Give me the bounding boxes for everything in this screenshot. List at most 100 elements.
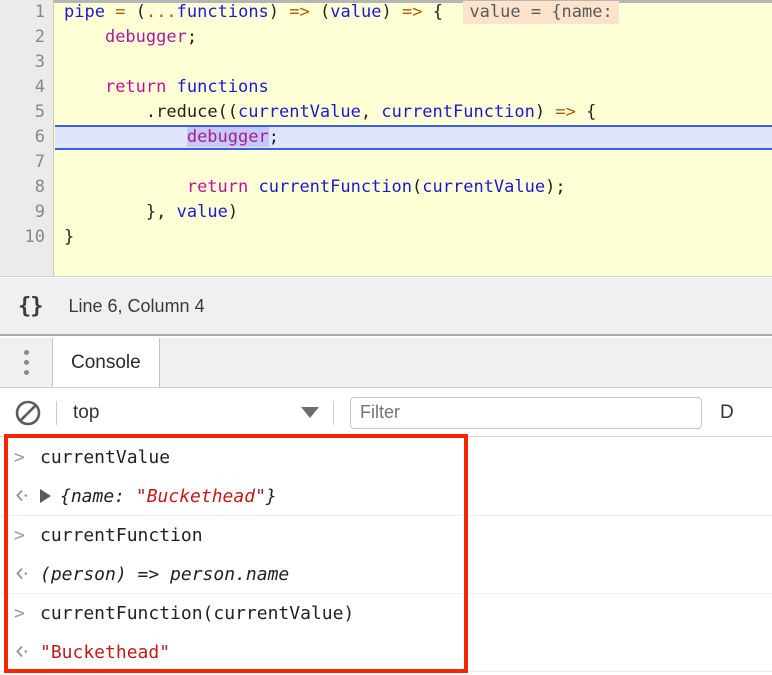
line-number[interactable]: 7: [0, 150, 53, 175]
code-line[interactable]: return currentFunction(currentValue);: [55, 175, 772, 200]
code-token: debugger: [186, 127, 269, 147]
code-token: (: [412, 177, 423, 197]
code-token: ): [268, 2, 280, 22]
code-token: value: [330, 2, 382, 22]
code-token: currentValue: [238, 102, 361, 122]
code-token: {: [586, 102, 597, 122]
console-output-row[interactable]: "Buckethead": [0, 633, 772, 672]
kebab-menu-icon[interactable]: [0, 338, 52, 387]
code-token: =>: [555, 102, 576, 122]
execution-context-label: top: [73, 401, 100, 423]
prompt-chevron-icon: >: [14, 525, 25, 546]
code-line[interactable]: }: [55, 225, 772, 250]
line-number[interactable]: 10: [0, 225, 53, 250]
code-token: return: [104, 77, 167, 97]
code-line[interactable]: debugger;: [55, 125, 772, 150]
code-token: ;: [555, 177, 566, 197]
curly-braces-icon[interactable]: {}: [18, 294, 43, 319]
code-line[interactable]: .reduce((currentValue, currentFunction) …: [55, 100, 772, 125]
kebab-dot: [23, 370, 29, 375]
inline-debug-value-hint: value = {name:: [463, 1, 619, 24]
code-line[interactable]: return functions: [55, 75, 772, 100]
code-token: value: [176, 202, 228, 222]
console-input-row[interactable]: > currentValue: [0, 438, 772, 477]
kebab-dot: [23, 350, 29, 355]
console-output-row[interactable]: (person) => person.name: [0, 555, 772, 594]
drawer-tab-bar: Console: [0, 338, 772, 388]
line-number-gutter[interactable]: 1 2 3 4 5 6 7 8 9 10: [0, 0, 54, 276]
code-token: }: [64, 227, 75, 247]
code-area[interactable]: pipe = (...functions) => (value) => { va…: [55, 0, 772, 276]
code-token: debugger: [104, 27, 187, 47]
code-token: ): [534, 102, 546, 122]
console-message-text: (person) => person.name: [40, 564, 289, 585]
result-chevron-icon: [14, 641, 40, 663]
line-number[interactable]: 1: [0, 0, 53, 25]
line-number[interactable]: 2: [0, 25, 53, 50]
code-token: currentFunction: [258, 177, 413, 197]
code-token: (: [135, 2, 146, 22]
line-number[interactable]: 5: [0, 100, 53, 125]
console-value-token: {name:: [60, 485, 136, 507]
code-token: }: [145, 202, 157, 222]
console-input-row[interactable]: > currentFunction(currentValue): [0, 594, 772, 633]
code-token: ((: [217, 102, 239, 122]
source-editor-pane: 1 2 3 4 5 6 7 8 9 10 pipe = (...functions) => (va…: [0, 0, 772, 277]
line-number[interactable]: 4: [0, 75, 53, 100]
editor-status-bar: {} Line 6, Column 4: [0, 278, 772, 336]
code-token: ;: [268, 127, 279, 147]
cursor-position-label: Line 6, Column 4: [68, 295, 205, 316]
clear-console-icon[interactable]: [0, 399, 56, 427]
result-chevron-icon: [14, 485, 40, 507]
code-token: currentValue: [422, 177, 546, 197]
code-token: currentFunction: [381, 102, 535, 122]
code-line[interactable]: pipe = (...functions) => (value) => { va…: [55, 0, 772, 25]
execution-context-dropdown[interactable]: top: [73, 402, 333, 424]
line-number[interactable]: 9: [0, 200, 53, 225]
toolbar-divider: [333, 400, 334, 425]
code-token: ;: [186, 27, 198, 47]
result-chevron-icon: [14, 563, 40, 585]
code-token: {: [432, 2, 443, 22]
line-number[interactable]: 6: [0, 125, 53, 150]
console-value-token: }: [265, 485, 277, 507]
console-message-list[interactable]: > currentValue {name: "Buckethead"} > curren…: [0, 438, 772, 675]
code-token: ,: [360, 102, 382, 122]
code-line[interactable]: }, value): [55, 200, 772, 225]
expand-triangle-icon[interactable]: [40, 488, 51, 503]
line-number[interactable]: 3: [0, 50, 53, 75]
line-number[interactable]: 8: [0, 175, 53, 200]
console-value-token: "Buckethead": [135, 485, 266, 507]
log-levels-dropdown[interactable]: D: [720, 402, 734, 424]
console-message-text: currentValue: [40, 447, 171, 468]
code-token: ...: [145, 2, 177, 22]
code-line[interactable]: [55, 150, 772, 175]
filter-input[interactable]: [350, 396, 702, 429]
code-token: =: [115, 2, 126, 22]
code-token: functions: [176, 77, 269, 97]
console-message-text: currentFunction: [40, 525, 203, 546]
code-line[interactable]: [55, 50, 772, 75]
devtools-window: 1 2 3 4 5 6 7 8 9 10 pipe = (...functions) => (va…: [0, 0, 772, 675]
code-token: functions: [176, 2, 269, 22]
code-line[interactable]: debugger;: [55, 25, 772, 50]
console-input-row[interactable]: > currentFunction: [0, 516, 772, 555]
code-token: =>: [401, 2, 423, 22]
code-token: =>: [289, 2, 310, 22]
console-value-token: "Buckethead": [40, 641, 171, 663]
tab-console[interactable]: Console: [52, 338, 160, 387]
console-message-text: {name: "Buckethead"}: [40, 486, 277, 507]
console-output-row[interactable]: {name: "Buckethead"}: [0, 477, 772, 516]
prompt-chevron-icon: >: [14, 447, 25, 468]
code-token: ): [227, 202, 239, 222]
